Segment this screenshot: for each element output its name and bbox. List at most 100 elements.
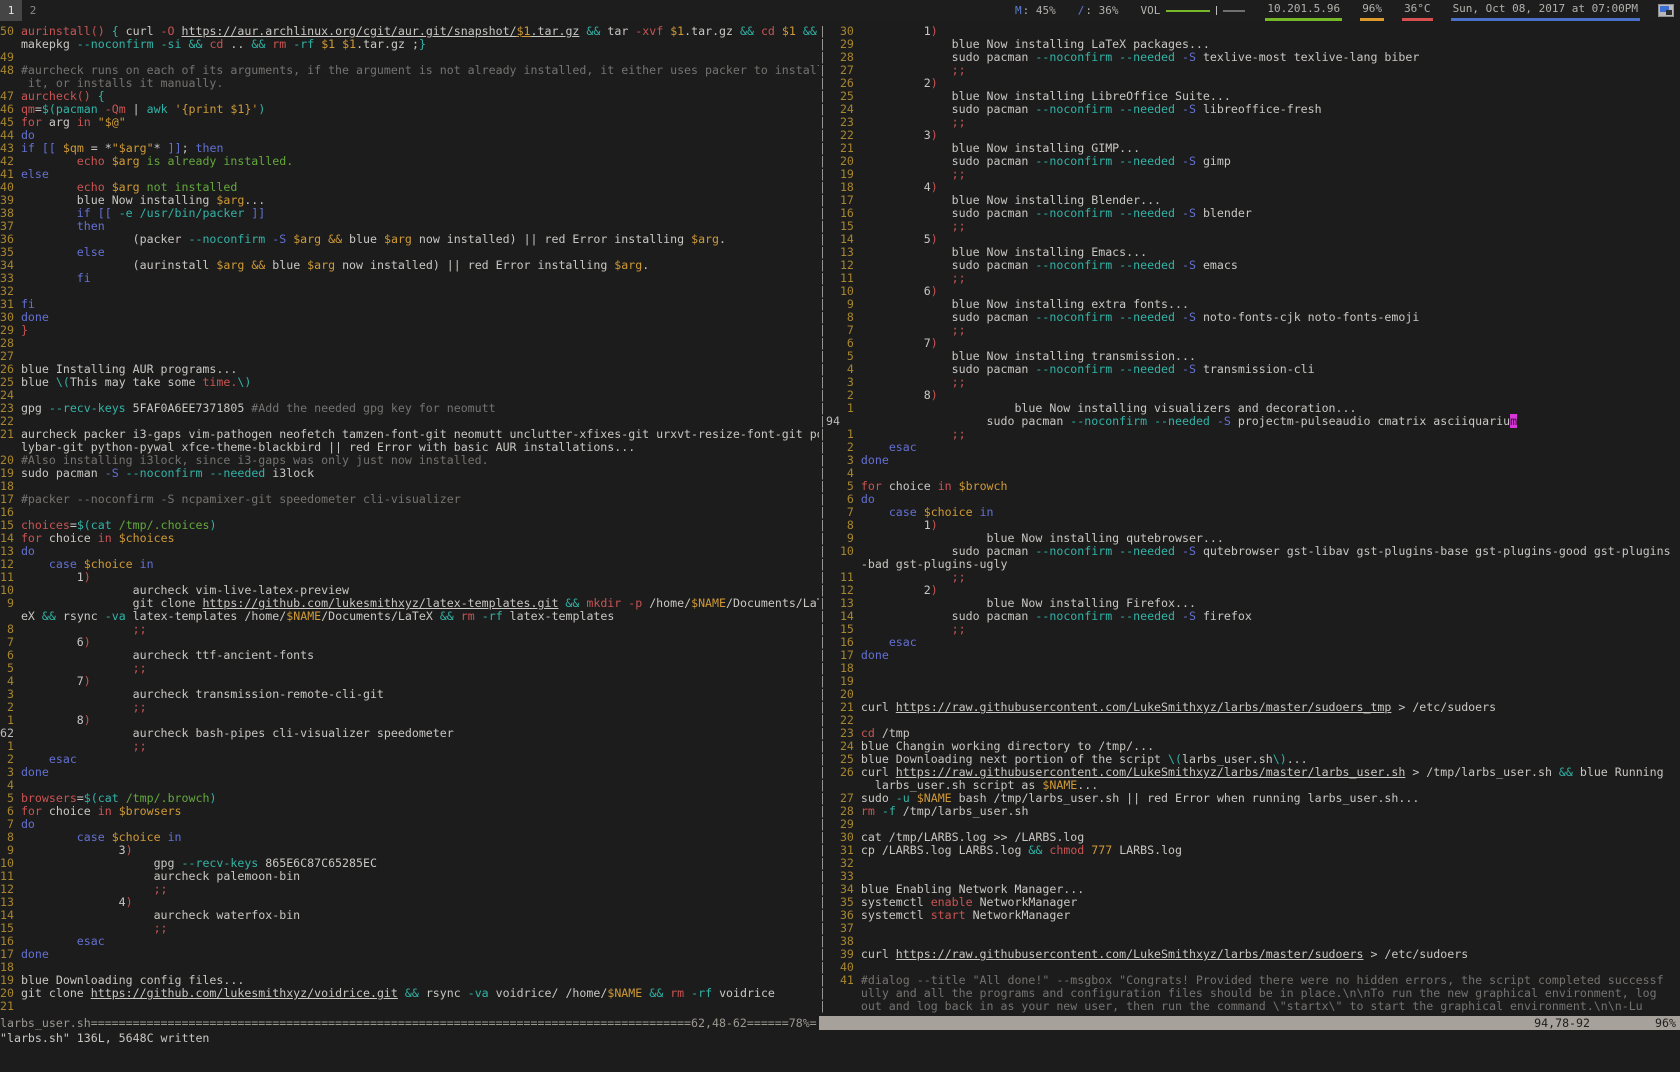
window-separator: | xyxy=(819,193,826,207)
code-token: --needed xyxy=(1119,609,1175,623)
window-separator: | xyxy=(819,167,826,181)
battery-value: 96% xyxy=(1362,0,1382,18)
window-separator: | xyxy=(819,596,826,610)
code-token: $NAME xyxy=(286,609,321,623)
line-number: 37 xyxy=(0,219,21,233)
volume-slider-filled[interactable] xyxy=(1166,10,1210,12)
code-token: && xyxy=(1559,765,1573,779)
window-separator: | xyxy=(819,778,826,792)
line-number: 38 xyxy=(826,934,861,948)
line-number: 27 xyxy=(826,63,861,77)
code-token: makepkg xyxy=(21,37,77,51)
code-token: texlive-most texlive-lang biber xyxy=(1196,50,1419,64)
code-token xyxy=(112,804,119,818)
code-token: $NAME xyxy=(691,596,726,610)
code-token: -si xyxy=(161,37,182,51)
code-token: /home/ xyxy=(642,596,691,610)
code-token: blue Changin working directory to /tmp/.… xyxy=(861,739,1154,753)
code-token: qutebrowser gst-libav gst-plugins-base g… xyxy=(1196,544,1671,558)
code-token: case xyxy=(889,505,917,519)
line-number: 40 xyxy=(0,180,21,194)
code-line: | 11 ;; xyxy=(819,571,1680,584)
window-separator: | xyxy=(819,986,826,1000)
code-token: ;; xyxy=(133,700,147,714)
code-token: blue Now installing qutebrowser... xyxy=(861,531,1224,545)
window-separator: | xyxy=(819,310,826,324)
statusline-inactive-larbs-user-sh[interactable]: larbs_user.sh===========================… xyxy=(0,1016,819,1030)
code-token xyxy=(21,752,49,766)
code-token: 777 xyxy=(1091,843,1112,857)
line-number: 34 xyxy=(0,258,21,272)
code-line: | 16 esac xyxy=(819,636,1680,649)
code-token: -xvf xyxy=(635,25,663,38)
line-number: 10 xyxy=(826,284,861,298)
statusline-active-larbs-sh[interactable]: larbs.sh 94,78-92 96% xyxy=(819,1016,1680,1030)
code-token: rm xyxy=(861,804,875,818)
line-number: 1 xyxy=(826,401,861,415)
line-number: 23 xyxy=(0,401,21,415)
code-line: 12 case $choice in xyxy=(0,558,819,571)
line-number: 44 xyxy=(0,128,21,142)
line-number: 41 xyxy=(826,973,861,987)
code-token: --needed xyxy=(1119,544,1175,558)
vim-command-line[interactable]: "larbs.sh" 136L, 5648C written xyxy=(0,1031,1680,1045)
monitor-icon[interactable] xyxy=(1658,4,1674,17)
code-token: ) xyxy=(84,674,91,688)
code-token: https://raw.githubusercontent.com/LukeSm… xyxy=(896,765,1406,779)
volume-slider-empty[interactable] xyxy=(1223,10,1245,12)
code-line: 28 xyxy=(0,337,819,350)
window-separator: | xyxy=(819,700,826,714)
line-number: 16 xyxy=(826,635,861,649)
code-token: 6 xyxy=(861,284,931,298)
code-token: #packer --noconfirm -S ncpamixer-git spe… xyxy=(21,492,461,506)
code-token: ) xyxy=(931,232,938,246)
code-token: ;; xyxy=(133,739,147,753)
volume-slider-handle[interactable] xyxy=(1216,6,1217,15)
code-token: mkdir xyxy=(586,596,621,610)
workspace-button-2[interactable]: 2 xyxy=(22,0,44,21)
line-number: 21 xyxy=(826,700,861,714)
line-number: 26 xyxy=(826,765,861,779)
code-token: ;; xyxy=(952,323,966,337)
window-separator: | xyxy=(819,453,826,467)
code-token: curl xyxy=(861,765,896,779)
code-token: cd xyxy=(761,25,775,38)
vim-left-pane-larbs-user-sh[interactable]: 50 aurinstall() { curl -O https://aur.ar… xyxy=(0,25,819,1016)
code-token: ;; xyxy=(133,622,147,636)
code-token: 4 xyxy=(861,180,931,194)
code-token: https://raw.githubusercontent.com/LukeSm… xyxy=(896,700,1392,714)
line-number: 36 xyxy=(0,232,21,246)
window-separator: | xyxy=(819,297,826,311)
code-token: \( xyxy=(56,375,70,389)
code-token xyxy=(168,102,175,116)
workspace-button-1[interactable]: 1 xyxy=(0,0,22,21)
code-token: esac xyxy=(77,934,105,948)
window-separator: | xyxy=(819,401,826,415)
code-token xyxy=(1147,414,1154,428)
code-token: projectm-pulseaudio cmatrix asciiquariu xyxy=(1231,414,1510,428)
line-number: 22 xyxy=(826,128,861,142)
code-token: then xyxy=(77,219,105,233)
code-token: --noconfirm xyxy=(126,466,203,480)
code-token: $arg xyxy=(112,180,140,194)
code-token: echo xyxy=(77,154,105,168)
volume-block[interactable]: VOL xyxy=(1138,0,1247,21)
code-line: 32 xyxy=(0,285,819,298)
window-separator: | xyxy=(819,635,826,649)
code-token: firefox xyxy=(1196,609,1252,623)
code-token xyxy=(775,25,782,38)
code-token: git clone xyxy=(21,986,91,1000)
code-line: | 17 done xyxy=(819,649,1680,662)
code-token: ]] xyxy=(168,141,182,155)
code-token: && xyxy=(42,609,56,623)
line-number: 4 xyxy=(826,362,861,376)
code-token: blue Now installing GIMP... xyxy=(861,141,1140,155)
code-line: | 15 ;; xyxy=(819,623,1680,636)
code-token: blue xyxy=(342,232,384,246)
code-token: -u xyxy=(896,791,910,805)
line-number: 20 xyxy=(826,687,861,701)
line-number: 24 xyxy=(826,102,861,116)
code-token xyxy=(754,25,761,38)
line-number: 12 xyxy=(826,258,861,272)
vim-right-pane-larbs-sh[interactable]: | 30 1)| 29 blue Now installing LaTeX pa… xyxy=(819,25,1680,1016)
